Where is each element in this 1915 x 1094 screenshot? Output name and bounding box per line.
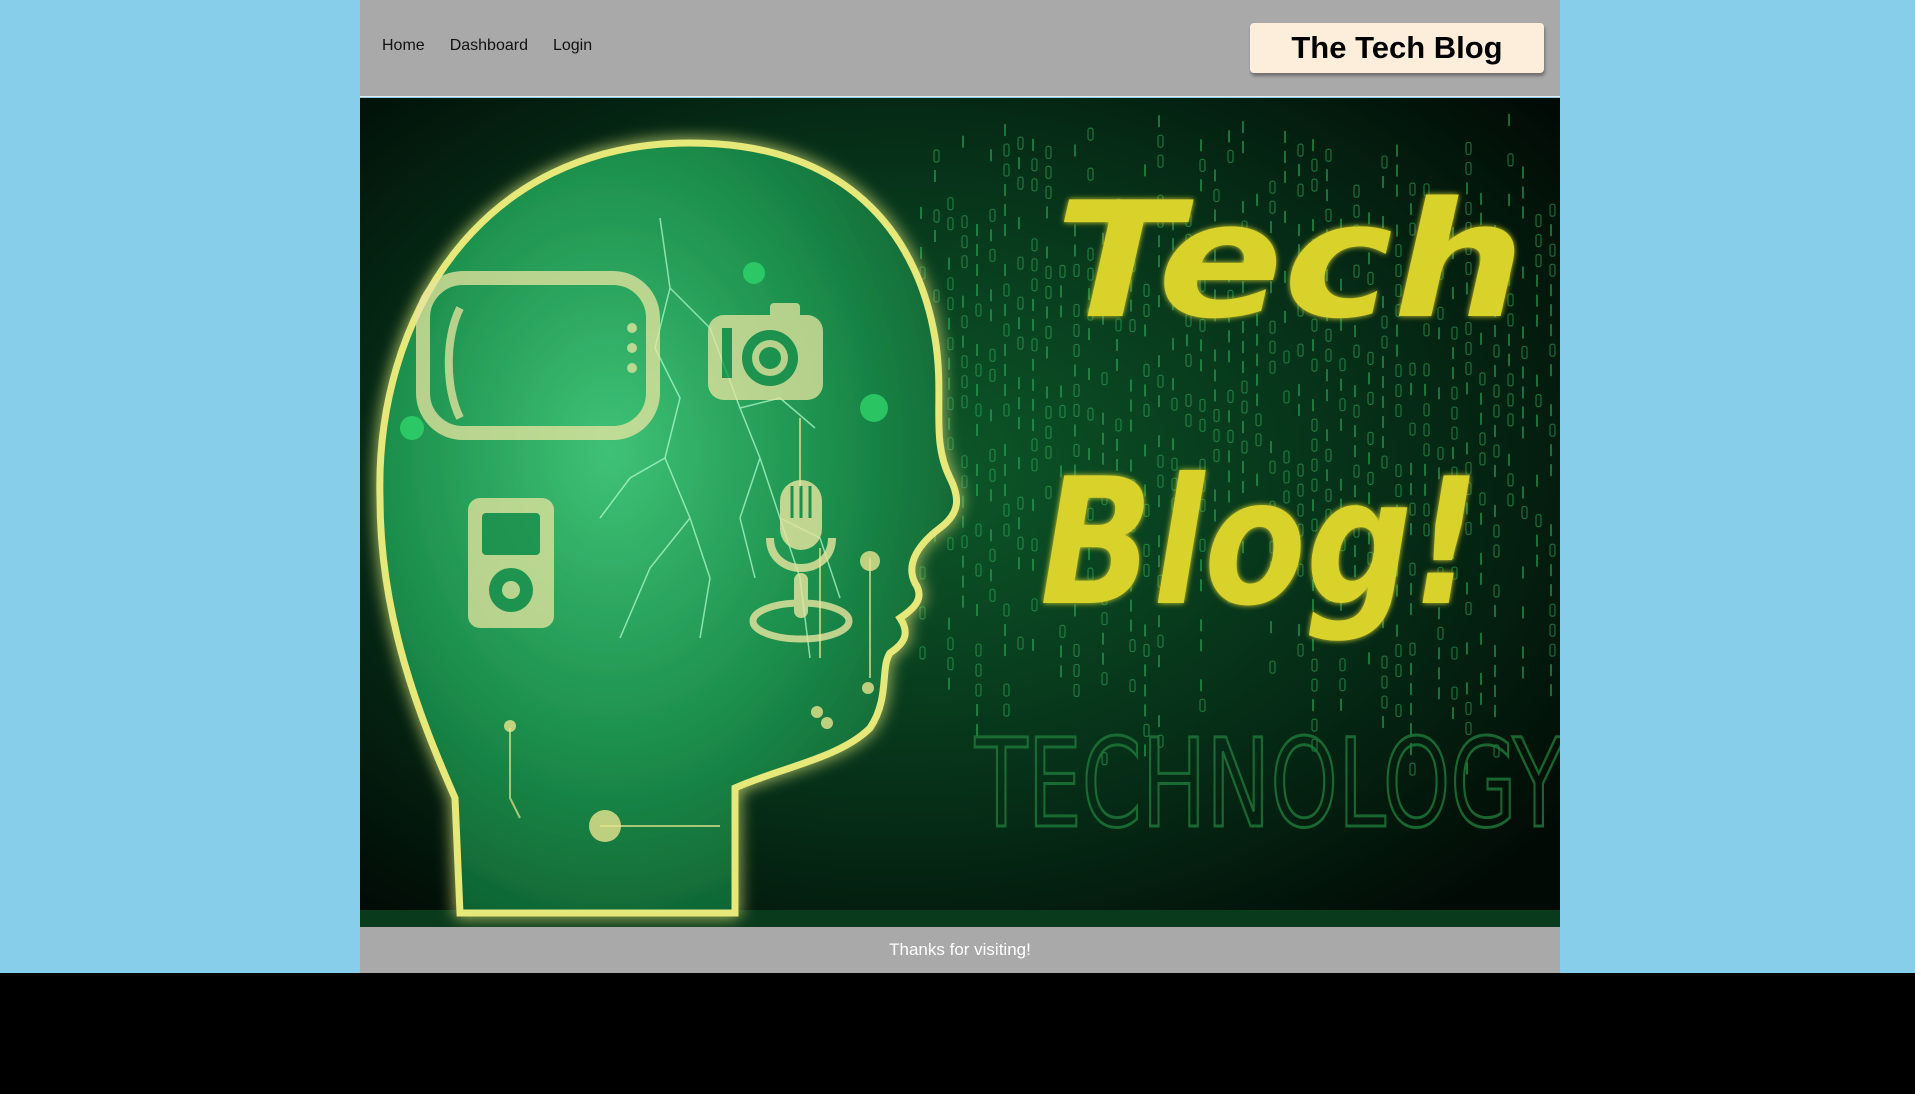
nav-login-link[interactable]: Login [553,37,592,55]
nav-home-link[interactable]: Home [382,37,425,55]
hero-technology-text: TECHNOLOGY [974,713,1560,855]
site-footer: Thanks for visiting! [360,927,1560,973]
hero-title-blog: Blog! [1040,442,1480,645]
site-header: Home Dashboard Login The Tech Blog [360,0,1560,97]
page-container: Home Dashboard Login The Tech Blog TECHN… [360,0,1560,973]
camera-icon [708,303,823,400]
screen-bottom-bar [0,973,1915,1094]
hero-title-tech: Tech [1055,167,1525,354]
hero-image: TECHNOLOGY Tech Blog! [360,98,1560,927]
music-player-icon [468,498,554,628]
site-title[interactable]: The Tech Blog [1250,23,1544,73]
nav-dashboard-link[interactable]: Dashboard [450,37,528,55]
main-nav: Home Dashboard Login [382,37,592,55]
page-viewport: Home Dashboard Login The Tech Blog TECHN… [0,0,1915,973]
